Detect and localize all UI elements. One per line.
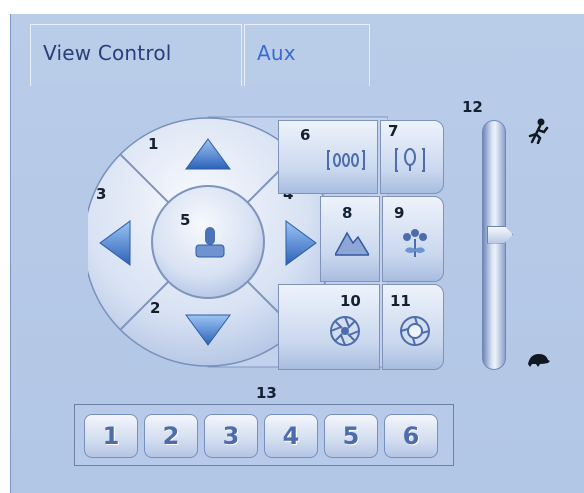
arrow-up-icon[interactable] xyxy=(184,137,232,171)
ptz-center-number: 5 xyxy=(180,211,191,229)
tab-aux[interactable]: Aux xyxy=(244,24,370,86)
joystick-icon[interactable] xyxy=(192,223,228,263)
turtle-icon xyxy=(528,354,550,367)
zoom-out-number: 6 xyxy=(300,126,311,144)
speed-slider-track[interactable] xyxy=(482,120,506,370)
focus-near-number: 9 xyxy=(394,204,405,222)
preset-number: 13 xyxy=(256,384,277,402)
speed-number: 12 xyxy=(462,98,483,116)
iris-close-button[interactable] xyxy=(278,284,380,370)
preset-button-1[interactable]: 1 xyxy=(84,414,138,458)
flower-icon xyxy=(403,229,427,257)
zoom-in-number: 7 xyxy=(388,122,399,140)
focus-near-button[interactable] xyxy=(382,196,444,282)
ptz-down-number: 2 xyxy=(150,299,161,317)
preset-button-3[interactable]: 3 xyxy=(204,414,258,458)
running-person-icon xyxy=(528,118,549,144)
focus-far-number: 8 xyxy=(342,204,353,222)
ptz-left-number: 3 xyxy=(96,185,107,203)
preset-button-5[interactable]: 5 xyxy=(324,414,378,458)
arrow-right-icon[interactable] xyxy=(284,219,318,267)
iris-open-number: 11 xyxy=(390,292,411,310)
zoom-in-icon xyxy=(395,148,425,172)
preset-button-2[interactable]: 2 xyxy=(144,414,198,458)
iris-closed-icon xyxy=(330,316,360,346)
zoom-out-button[interactable] xyxy=(278,120,378,194)
arrow-down-icon[interactable] xyxy=(184,313,232,347)
arrow-left-icon[interactable] xyxy=(98,219,132,267)
ptz-up-number: 1 xyxy=(148,135,159,153)
preset-button-4[interactable]: 4 xyxy=(264,414,318,458)
zoom-out-icon xyxy=(327,150,365,170)
iris-close-number: 10 xyxy=(340,292,361,310)
iris-open-icon xyxy=(400,316,430,346)
tab-view-control[interactable]: View Control xyxy=(30,24,242,86)
preset-button-6[interactable]: 6 xyxy=(384,414,438,458)
mountain-icon xyxy=(335,231,369,256)
